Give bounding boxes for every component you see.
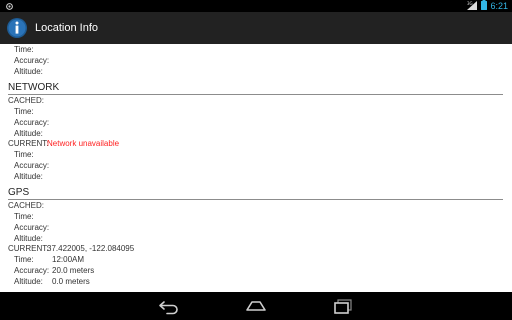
network-current-accuracy-label: Accuracy:	[14, 161, 50, 170]
gps-cached-time-label: Time:	[14, 212, 34, 221]
top-altitude-label: Altitude:	[14, 67, 43, 76]
gps-current-accuracy-row: Accuracy: 20.0 meters	[14, 265, 314, 276]
gps-current-label: CURRENT:	[8, 244, 49, 253]
status-bar: 3G 6:21	[0, 0, 512, 12]
info-app-icon[interactable]	[5, 16, 29, 40]
top-accuracy-label: Accuracy:	[14, 56, 50, 65]
gps-current-value: 37.422005, -122.084095	[47, 244, 135, 253]
network-current-label: CURRENT:	[8, 139, 49, 148]
home-icon[interactable]	[245, 297, 267, 315]
network-cached-label: CACHED:	[8, 96, 45, 105]
network-cached-accuracy-label: Accuracy:	[14, 118, 50, 127]
location-info-content[interactable]: Time: Accuracy: Altitude: NETWORK CACHED…	[0, 44, 512, 292]
network-cached-time-label: Time:	[14, 107, 34, 116]
gps-cached-accuracy-label: Accuracy:	[14, 223, 50, 232]
gps-cached-label: CACHED:	[8, 201, 45, 210]
gps-section-title: GPS	[8, 187, 30, 198]
gps-current-altitude-label: Altitude:	[14, 277, 43, 286]
status-icons: 3G 6:21	[467, 0, 508, 12]
network-current-altitude-label: Altitude:	[14, 172, 43, 181]
gps-current-accuracy-value: 20.0 meters	[52, 266, 95, 275]
recent-apps-icon[interactable]	[332, 297, 354, 315]
network-section-title: NETWORK	[8, 82, 60, 93]
screen: 3G 6:21 Location Info Time: Accuracy: Al…	[0, 0, 512, 320]
back-icon[interactable]	[158, 297, 180, 315]
navigation-bar	[0, 292, 512, 320]
gps-current-time-label: Time:	[14, 255, 34, 264]
page-title: Location Info	[35, 22, 98, 34]
network-current-time-label: Time:	[14, 150, 34, 159]
action-bar: Location Info	[0, 12, 512, 44]
battery-icon	[481, 0, 488, 12]
gps-divider	[8, 199, 503, 200]
signal-type-label: 3G	[467, 1, 473, 6]
signal-icon: 3G	[467, 0, 478, 12]
gps-current-altitude-row: Altitude: 0.0 meters	[14, 276, 314, 287]
gps-current-time-row: Time: 12:00AM	[14, 254, 314, 265]
gps-current-time-value: 12:00AM	[52, 255, 85, 264]
android-debug-icon	[4, 1, 14, 11]
network-current-value: Network unavailable	[47, 139, 120, 148]
top-time-label: Time:	[14, 45, 34, 54]
gps-current-row: CURRENT: 37.422005, -122.084095	[8, 243, 308, 254]
network-current-row: CURRENT: Network unavailable	[8, 138, 308, 149]
status-time: 6:21	[490, 1, 508, 11]
gps-current-accuracy-label: Accuracy:	[14, 266, 50, 275]
network-divider	[8, 94, 503, 95]
gps-current-altitude-value: 0.0 meters	[52, 277, 90, 286]
